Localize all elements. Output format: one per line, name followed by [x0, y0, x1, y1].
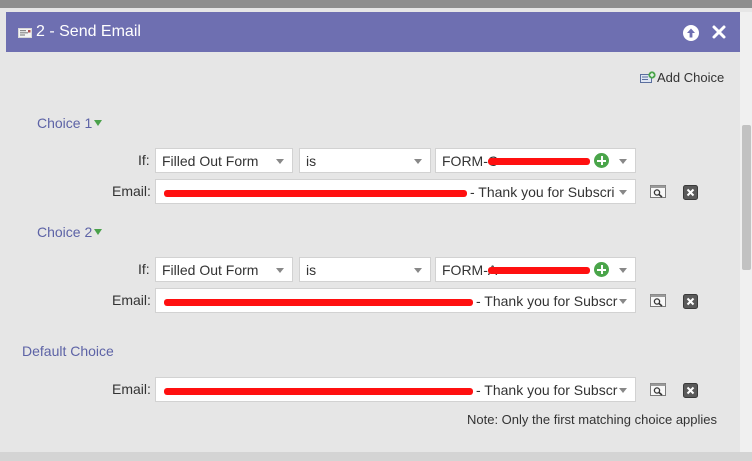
default-choice-label: Default Choice: [22, 343, 114, 359]
choice-2-toggle[interactable]: Choice 2: [37, 224, 103, 240]
chevron-down-icon: [414, 268, 422, 273]
plus-circle-icon[interactable]: [594, 153, 609, 168]
email-icon: [18, 28, 32, 38]
choice-1-toggle[interactable]: Choice 1: [37, 115, 103, 131]
choice-2-value-select[interactable]: FORM-A: [435, 257, 636, 282]
choice-2-label: Choice 2: [37, 224, 93, 240]
chevron-down-icon: [276, 268, 284, 273]
top-strip: [0, 0, 752, 8]
choice-2-email-label: Email:: [112, 292, 151, 308]
redaction-mark: [488, 158, 590, 165]
add-choice-label: Add Choice: [657, 70, 725, 85]
choice-2-condition-select[interactable]: Filled Out Form: [155, 257, 293, 282]
choice-1-operator-value: is: [306, 153, 317, 169]
choice-1-label: Choice 1: [37, 115, 93, 131]
chevron-down-icon: [619, 159, 627, 164]
expand-triangle-icon: [94, 120, 103, 126]
choice-1-operator-select[interactable]: is: [299, 148, 431, 173]
choice-1-if-label: If:: [138, 152, 150, 168]
choice-1-value-select[interactable]: FORM-C: [435, 148, 636, 173]
choice-1-email-label: Email:: [112, 183, 151, 199]
delete-icon[interactable]: [683, 294, 698, 309]
arrow-up-icon: [687, 28, 695, 38]
collapse-button[interactable]: [683, 25, 699, 41]
close-icon: [712, 25, 726, 39]
preview-icon[interactable]: [650, 294, 666, 307]
choice-2-if-label: If:: [138, 261, 150, 277]
choice-1-condition-select[interactable]: Filled Out Form: [155, 148, 293, 173]
default-email-value: - Thank you for Subscr: [476, 382, 618, 398]
panel-titlebar: 2 - Send Email: [6, 12, 740, 52]
redaction-mark: [164, 299, 473, 306]
choice-2-operator-select[interactable]: is: [299, 257, 431, 282]
expand-triangle-icon: [94, 229, 103, 235]
chevron-down-icon: [276, 159, 284, 164]
choice-1-email-value: - Thank you for Subscri: [470, 184, 615, 200]
chevron-down-icon: [619, 299, 627, 304]
chevron-down-icon: [619, 268, 627, 273]
add-choice-icon: [640, 71, 656, 83]
preview-icon[interactable]: [650, 383, 666, 396]
redaction-mark: [488, 267, 590, 274]
choice-1-condition-value: Filled Out Form: [162, 153, 259, 169]
choice-2-email-select[interactable]: - Thank you for Subscr: [155, 288, 636, 313]
close-button[interactable]: [710, 23, 728, 41]
delete-icon[interactable]: [683, 383, 698, 398]
default-email-select[interactable]: - Thank you for Subscr: [155, 377, 636, 402]
scrollbar-thumb[interactable]: [742, 125, 751, 270]
chevron-down-icon: [414, 159, 422, 164]
choice-2-condition-value: Filled Out Form: [162, 262, 259, 278]
chevron-down-icon: [619, 388, 627, 393]
preview-icon[interactable]: [650, 185, 666, 198]
delete-icon[interactable]: [683, 185, 698, 200]
redaction-mark: [164, 388, 473, 395]
redaction-mark: [164, 190, 467, 197]
choice-2-operator-value: is: [306, 262, 317, 278]
matching-note: Note: Only the first matching choice app…: [467, 412, 718, 427]
plus-circle-icon[interactable]: [594, 262, 609, 277]
send-email-panel: 2 - Send Email Add Choice Choice 1 If: F…: [6, 12, 740, 452]
bottom-strip: [0, 452, 752, 461]
panel-title: 2 - Send Email: [36, 23, 141, 40]
choice-2-email-value: - Thank you for Subscr: [476, 293, 618, 309]
choice-1-email-select[interactable]: - Thank you for Subscri: [155, 179, 636, 204]
chevron-down-icon: [619, 190, 627, 195]
default-email-label: Email:: [112, 381, 151, 397]
